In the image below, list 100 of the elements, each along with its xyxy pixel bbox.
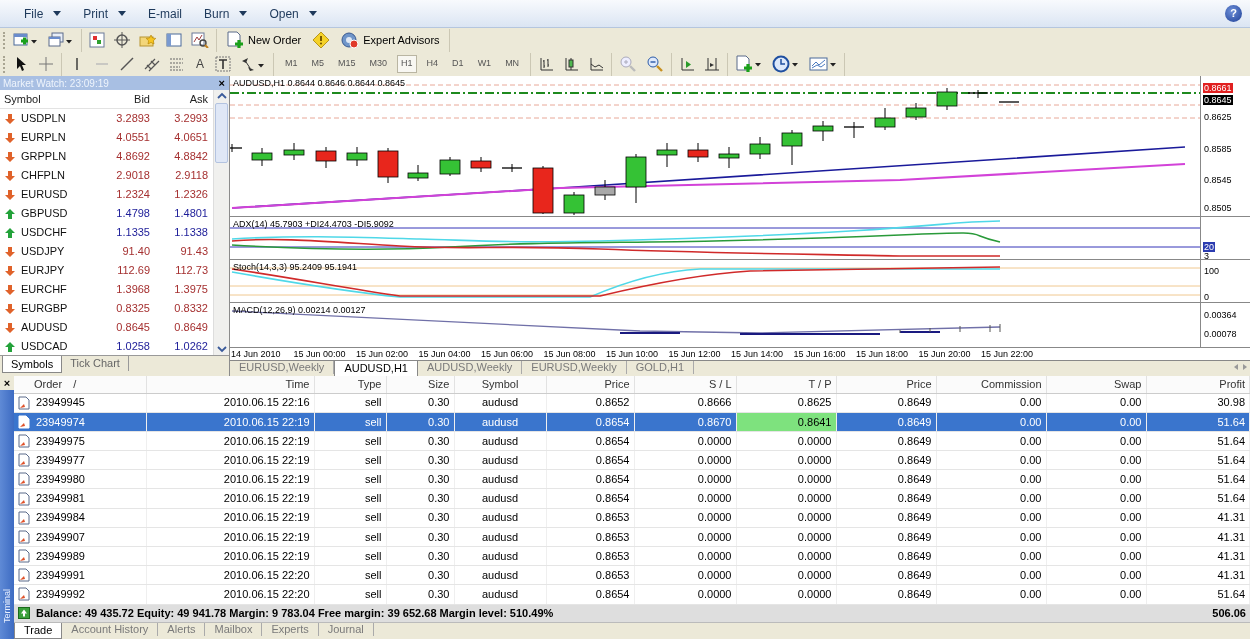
symbol-name[interactable]: EURCHF: [21, 281, 67, 298]
column-header[interactable]: Order: [34, 378, 63, 390]
column-header[interactable]: Profit: [1219, 378, 1245, 390]
panel-tab[interactable]: Symbols: [2, 356, 63, 373]
table-cell: 0.0000: [634, 584, 736, 605]
timeframe-button[interactable]: M30: [365, 55, 392, 73]
bar-chart-icon[interactable]: [538, 56, 555, 72]
table-cell: 51.64: [1146, 584, 1250, 605]
expert-advisors-button[interactable]: Expert Advisors: [339, 31, 442, 49]
star-folder-icon[interactable]: [139, 32, 157, 48]
new-order-button[interactable]: New Order: [224, 31, 304, 49]
close-button[interactable]: ×: [214, 77, 229, 89]
order-row[interactable]: 23949991 2010.06.15 22:20 sell 0.30 audusd 0.8653 0.0000 0.0000 0.8649 0.00 0.00 41.31: [14, 565, 1250, 585]
timeframe-button[interactable]: H4: [422, 55, 443, 73]
column-header[interactable]: Symbol: [0, 90, 96, 108]
table-cell: 0.0000: [736, 508, 836, 528]
timeframe-button[interactable]: M15: [334, 55, 360, 73]
menu-item[interactable]: E-mail: [140, 2, 191, 25]
menu-item[interactable]: Open: [261, 2, 325, 25]
symbol-name[interactable]: EURJPY: [21, 262, 65, 279]
symbol-name[interactable]: EURPLN: [21, 129, 66, 146]
time-label: 15 Jun 04:00: [418, 348, 472, 360]
bid-price: 1.4798: [115, 206, 151, 222]
zoom-out-icon[interactable]: [646, 55, 665, 73]
order-row[interactable]: 23949984 2010.06.15 22:19 sell 0.30 audusd 0.8653 0.0000 0.0000 0.8649 0.00 0.00 41.31: [14, 508, 1250, 528]
column-header[interactable]: Price: [906, 378, 932, 390]
terminal-tab[interactable]: Trade: [14, 623, 63, 639]
order-row[interactable]: 23949980 2010.06.15 22:19 sell 0.30 audusd 0.8654 0.0000 0.0000 0.8649 0.00 0.00 51.64: [14, 469, 1250, 489]
column-header[interactable]: Time: [285, 378, 310, 390]
close-button[interactable]: ×: [0, 376, 14, 390]
indicators-icon[interactable]: [735, 55, 764, 73]
symbol-name[interactable]: USDCAD: [21, 338, 68, 355]
symbol-name[interactable]: USDJPY: [21, 243, 65, 260]
timeframe-button[interactable]: D1: [448, 55, 468, 73]
text-label-icon[interactable]: [215, 56, 231, 72]
ask-price: 1.2326: [173, 187, 209, 203]
symbol-name[interactable]: CHFPLN: [21, 167, 65, 184]
terminal-tab[interactable]: Account History: [62, 623, 159, 636]
scroll-bar[interactable]: [213, 90, 229, 355]
column-header[interactable]: T / P: [808, 378, 832, 390]
sort-indicator[interactable]: /: [73, 378, 77, 390]
menu-item[interactable]: Burn: [196, 2, 256, 25]
timeframe-button[interactable]: W1: [473, 55, 496, 73]
table-cell: 2010.06.15 22:19: [146, 450, 314, 470]
column-header[interactable]: Bid: [96, 90, 154, 108]
new-chart-icon[interactable]: [13, 32, 39, 48]
windows-icon[interactable]: [48, 32, 74, 48]
order-row[interactable]: 23949975 2010.06.15 22:19 sell 0.30 audusd 0.8654 0.0000 0.0000 0.8649 0.00 0.00 51.64: [14, 431, 1250, 451]
order-row[interactable]: 23949977 2010.06.15 22:19 sell 0.30 audusd 0.8654 0.0000 0.0000 0.8649 0.00 0.00 51.64: [14, 450, 1250, 470]
table-cell: 0.8653: [546, 527, 634, 547]
timeframe-button[interactable]: H1: [397, 55, 417, 73]
menu-item[interactable]: File: [16, 2, 70, 25]
symbol-name[interactable]: USDPLN: [21, 110, 66, 127]
timeframe-button[interactable]: MN: [501, 55, 524, 73]
chart-tab[interactable]: GOLD,H1: [626, 361, 694, 374]
market-watch-icon[interactable]: [89, 32, 105, 48]
symbol-name[interactable]: GRPPLN: [21, 148, 67, 165]
terminal-tab[interactable]: Alerts: [158, 623, 206, 636]
timeframe-button[interactable]: M1: [281, 55, 302, 73]
chart-tab[interactable]: AUDUSD,H1: [334, 361, 418, 377]
warning-icon[interactable]: [312, 31, 331, 49]
text-tool-button[interactable]: A: [194, 55, 206, 73]
window-icon[interactable]: [166, 32, 182, 48]
terminal-tab[interactable]: Experts: [262, 623, 319, 636]
order-row[interactable]: 23949907 2010.06.15 22:19 sell 0.30 audusd 0.8653 0.0000 0.0000 0.8649 0.00 0.00 41.31: [14, 527, 1250, 547]
scroll-down-icon[interactable]: [215, 344, 228, 354]
autoscroll-icon[interactable]: [704, 56, 721, 72]
trend-line-icon[interactable]: [119, 56, 135, 72]
templates-icon[interactable]: [809, 55, 838, 73]
scroll-up-icon[interactable]: [215, 91, 228, 101]
scroll-thumb[interactable]: [215, 103, 228, 163]
table-cell: 0.30: [386, 508, 454, 528]
column-header[interactable]: S / L: [708, 378, 732, 390]
chart-tab[interactable]: EURUSD,Weekly: [522, 361, 627, 374]
timeframe-button[interactable]: M5: [307, 55, 329, 73]
column-header[interactable]: Ask: [154, 90, 212, 108]
candlestick-icon[interactable]: [563, 56, 580, 72]
line-chart-icon[interactable]: [588, 56, 605, 72]
symbol-name[interactable]: USDCHF: [21, 224, 67, 241]
compass-icon[interactable]: [114, 32, 130, 48]
channel-icon[interactable]: [144, 56, 160, 72]
order-row[interactable]: 23949992 2010.06.15 22:20 sell 0.30 audusd 0.8654 0.0000 0.0000 0.8649 0.00 0.00 51.64: [14, 584, 1250, 605]
order-row[interactable]: 23949945 2010.06.15 22:16 sell 0.30 audusd 0.8652 0.8666 0.8625 0.8649 0.00 0.00 30.98: [14, 393, 1250, 413]
magnifier-chart-icon[interactable]: [191, 32, 209, 48]
panel-tab[interactable]: Tick Chart: [62, 356, 129, 371]
terminal-tab[interactable]: Journal: [318, 623, 374, 636]
help-button[interactable]: ?: [1225, 5, 1242, 22]
symbol-name[interactable]: EURUSD: [21, 186, 68, 203]
order-icon: [18, 414, 30, 429]
symbol-name[interactable]: AUDUSD: [21, 319, 68, 336]
order-row[interactable]: 23949974 2010.06.15 22:19 sell 0.30 audusd 0.8654 0.8670 0.8641 0.8649 0.00 0.00 51.64: [14, 412, 1250, 432]
menu-item[interactable]: Print: [75, 2, 135, 25]
chart-shift-icon[interactable]: [679, 56, 696, 72]
clock-icon[interactable]: [772, 55, 801, 73]
chart-tab[interactable]: AUDUSD,Weekly: [417, 361, 523, 374]
symbol-name[interactable]: EURGBP: [21, 300, 68, 317]
order-row[interactable]: 23949989 2010.06.15 22:19 sell 0.30 audusd 0.8653 0.0000 0.0000 0.8649 0.00 0.00 41.31: [14, 546, 1250, 566]
order-row[interactable]: 23949981 2010.06.15 22:19 sell 0.30 audusd 0.8654 0.0000 0.0000 0.8649 0.00 0.00 51.64: [14, 488, 1250, 509]
symbol-name[interactable]: GBPUSD: [21, 205, 68, 222]
terminal-tab[interactable]: Mailbox: [205, 623, 263, 636]
